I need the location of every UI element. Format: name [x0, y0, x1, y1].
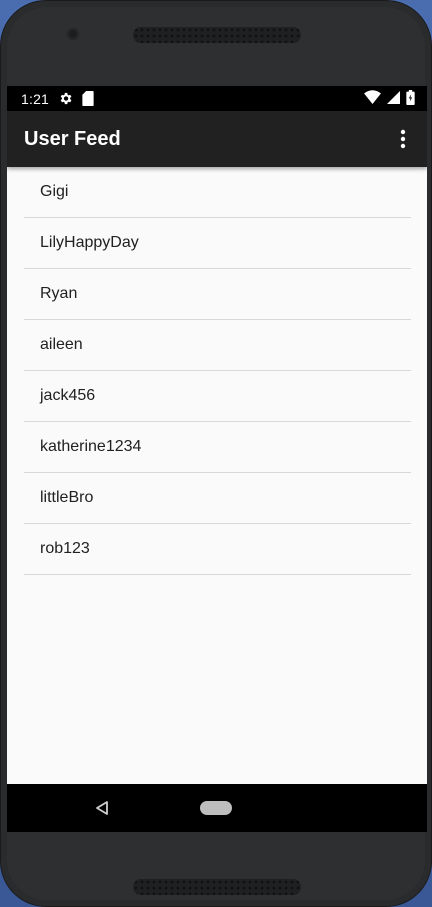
user-name: rob123 — [40, 540, 90, 557]
list-item[interactable]: LilyHappyDay — [24, 218, 411, 269]
status-bar: 1:21 — [7, 86, 427, 111]
list-item[interactable]: jack456 — [24, 371, 411, 422]
phone-frame: 1:21 User Feed Gigi LilyHappyDay Ryan ai… — [0, 0, 432, 907]
more-vert-icon[interactable] — [389, 119, 417, 159]
list-item[interactable]: littleBro — [24, 473, 411, 524]
sd-card-icon — [82, 91, 94, 106]
user-name: Gigi — [40, 183, 69, 200]
wifi-icon — [364, 90, 381, 107]
gear-icon — [58, 91, 73, 106]
user-name: katherine1234 — [40, 438, 142, 455]
signal-icon — [387, 90, 400, 107]
status-right-icons — [364, 89, 415, 108]
bottom-speaker-grill — [133, 879, 301, 895]
back-triangle-icon[interactable] — [95, 800, 109, 816]
device-screen: 1:21 User Feed Gigi LilyHappyDay Ryan ai… — [7, 86, 427, 832]
list-item[interactable]: Gigi — [24, 167, 411, 218]
status-time: 1:21 — [21, 90, 50, 107]
list-item[interactable]: katherine1234 — [24, 422, 411, 473]
list-item[interactable]: rob123 — [24, 524, 411, 575]
user-name: Ryan — [40, 285, 78, 302]
home-pill-icon[interactable] — [200, 801, 232, 815]
app-bar: User Feed — [7, 111, 427, 167]
page-title: User Feed — [24, 127, 121, 150]
user-name: LilyHappyDay — [40, 234, 139, 251]
navigation-bar — [7, 784, 427, 832]
front-camera — [67, 28, 79, 40]
list-item[interactable]: aileen — [24, 320, 411, 371]
top-speaker-grill — [133, 27, 301, 43]
battery-icon — [406, 89, 415, 108]
user-name: jack456 — [40, 387, 96, 404]
list-item[interactable]: Ryan — [24, 269, 411, 320]
user-list: Gigi LilyHappyDay Ryan aileen jack456 ka… — [7, 167, 427, 575]
user-name: aileen — [40, 336, 83, 353]
user-name: littleBro — [40, 489, 94, 506]
